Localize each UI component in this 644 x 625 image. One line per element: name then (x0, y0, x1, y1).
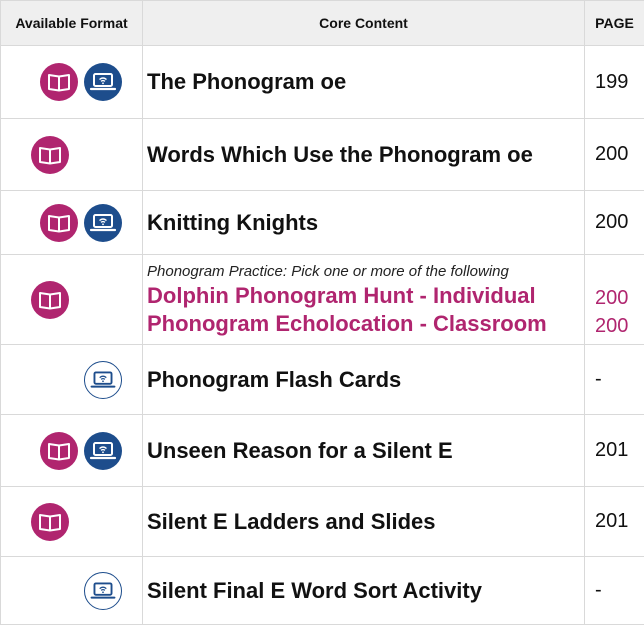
page-number: 199 (585, 46, 644, 119)
format-cell (1, 415, 143, 487)
table-row[interactable]: The Phonogram oe 199 (1, 46, 644, 119)
lesson-title[interactable]: Silent Final E Word Sort Activity (143, 557, 585, 625)
open-book-icon (40, 63, 78, 101)
format-cell (1, 46, 143, 119)
practice-note: Phonogram Practice: Pick one or more of … (143, 262, 584, 282)
open-book-icon (40, 432, 78, 470)
lesson-title[interactable]: Knitting Knights (143, 191, 585, 255)
format-cell (1, 345, 143, 415)
table-row[interactable]: Phonogram Practice: Pick one or more of … (1, 255, 644, 345)
lesson-table: Available Format Core Content PAGE The P… (0, 0, 644, 625)
open-book-icon (31, 503, 69, 541)
lesson-title[interactable]: Silent E Ladders and Slides (143, 487, 585, 557)
table-row[interactable]: Phonogram Flash Cards - (1, 345, 644, 415)
page-number: 201 (585, 415, 644, 487)
practice-option[interactable]: Phonogram Echolocation - Classroom (143, 310, 584, 338)
lesson-title[interactable]: Words Which Use the Phonogram oe (143, 119, 585, 191)
format-cell (1, 255, 143, 345)
header-content: Core Content (143, 1, 585, 46)
table-row[interactable]: Unseen Reason for a Silent E 201 (1, 415, 644, 487)
laptop-wifi-icon (84, 63, 122, 101)
page-number: 200 (595, 312, 644, 340)
page-number: - (585, 345, 644, 415)
lesson-title[interactable]: The Phonogram oe (143, 46, 585, 119)
header-format: Available Format (1, 1, 143, 46)
format-cell (1, 191, 143, 255)
page-cell: 200 200 (585, 255, 644, 345)
format-cell (1, 119, 143, 191)
lesson-title[interactable]: Unseen Reason for a Silent E (143, 415, 585, 487)
page-number: 201 (585, 487, 644, 557)
open-book-icon (31, 136, 69, 174)
lesson-title[interactable]: Phonogram Flash Cards (143, 345, 585, 415)
page-number: 200 (585, 119, 644, 191)
page-number: 200 (585, 191, 644, 255)
table-row[interactable]: Silent E Ladders and Slides 201 (1, 487, 644, 557)
laptop-wifi-icon (84, 361, 122, 399)
header-page: PAGE (585, 1, 644, 46)
table-row[interactable]: Silent Final E Word Sort Activity - (1, 557, 644, 625)
practice-option[interactable]: Dolphin Phonogram Hunt - Individual (143, 282, 584, 310)
open-book-icon (40, 204, 78, 242)
laptop-wifi-icon (84, 432, 122, 470)
laptop-wifi-icon (84, 204, 122, 242)
page-number: 200 (595, 284, 644, 312)
table-row[interactable]: Words Which Use the Phonogram oe 200 (1, 119, 644, 191)
format-cell (1, 557, 143, 625)
table-row[interactable]: Knitting Knights 200 (1, 191, 644, 255)
header-row: Available Format Core Content PAGE (1, 1, 644, 46)
practice-cell: Phonogram Practice: Pick one or more of … (143, 255, 585, 345)
open-book-icon (31, 281, 69, 319)
laptop-wifi-icon (84, 572, 122, 610)
page-number: - (585, 557, 644, 625)
format-cell (1, 487, 143, 557)
